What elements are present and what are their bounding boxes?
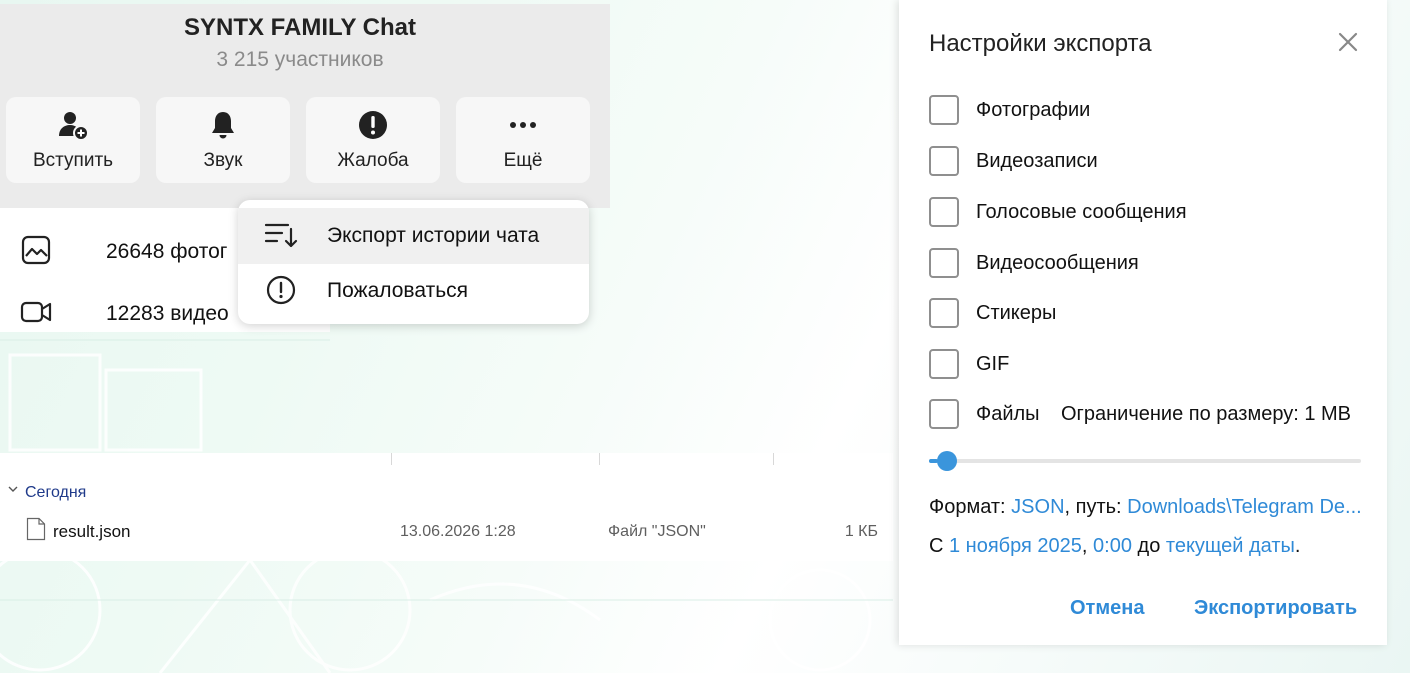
menu-item-export-history[interactable]: Экспорт истории чата <box>238 208 589 264</box>
option-videos[interactable]: Видеозаписи <box>929 146 1359 182</box>
cancel-button[interactable]: Отмена <box>1070 597 1144 620</box>
menu-item-report[interactable]: Пожаловаться <box>238 263 589 319</box>
more-context-menu: Экспорт истории чата Пожаловаться <box>238 200 589 324</box>
export-settings-dialog: Настройки экспорта Фотографии Видеозапис… <box>899 0 1387 645</box>
range-prefix: С <box>929 535 949 557</box>
option-voice-messages[interactable]: Голосовые сообщения <box>929 197 1359 233</box>
range-end-link[interactable]: текущей даты <box>1166 535 1295 557</box>
videos-checkbox[interactable] <box>929 146 959 176</box>
chevron-down-icon[interactable] <box>7 483 19 495</box>
option-stickers[interactable]: Стикеры <box>929 298 1359 334</box>
close-icon[interactable] <box>1335 29 1361 55</box>
alert-icon <box>359 111 387 139</box>
path-link[interactable]: Downloads\Telegram De... <box>1127 496 1362 518</box>
format-link[interactable]: JSON <box>1011 496 1064 518</box>
menu-item-report-label: Пожаловаться <box>327 279 469 302</box>
option-stickers-label: Стикеры <box>976 302 1057 324</box>
option-files[interactable]: Файлы <box>929 399 1059 435</box>
file-size: 1 КБ <box>844 523 878 540</box>
range-start-time-link[interactable]: 0:00 <box>1093 535 1132 557</box>
option-files-label: Файлы <box>976 403 1040 425</box>
join-button-label: Вступить <box>32 150 114 171</box>
files-checkbox[interactable] <box>929 399 959 429</box>
more-button-label: Ещё <box>503 150 543 171</box>
report-button[interactable]: Жалоба <box>306 97 440 183</box>
option-gif-label: GIF <box>976 353 1010 375</box>
more-button[interactable]: Ещё <box>456 97 590 183</box>
date-range-line: С 1 ноября 2025, 0:00 до текущей даты. <box>929 535 1300 558</box>
range-middle: до <box>1131 535 1166 557</box>
column-separator <box>773 453 774 465</box>
column-separator <box>599 453 600 465</box>
join-button[interactable]: Вступить <box>6 97 140 183</box>
voice-messages-checkbox[interactable] <box>929 197 959 227</box>
photo-icon <box>21 235 51 265</box>
chat-title: SYNTX FAMILY Chat <box>183 14 417 41</box>
media-photos-label: 26648 фотог <box>106 240 228 263</box>
range-comma: , <box>1081 535 1094 557</box>
export-button[interactable]: Экспортировать <box>1194 597 1357 620</box>
export-sort-icon <box>264 223 298 248</box>
photos-checkbox[interactable] <box>929 95 959 125</box>
chat-member-count: 3 215 участников <box>216 48 384 71</box>
more-icon <box>510 122 536 128</box>
size-limit-label: Ограничение по размеру: 1 MB <box>1061 403 1352 425</box>
format-prefix: Формат: <box>929 496 1012 518</box>
range-start-date-link[interactable]: 1 ноября 2025 <box>949 535 1082 557</box>
option-video-messages-label: Видеосообщения <box>976 252 1139 274</box>
bell-icon <box>212 112 234 139</box>
option-photos[interactable]: Фотографии <box>929 95 1359 131</box>
report-icon <box>266 275 296 305</box>
size-limit-slider-thumb[interactable] <box>937 451 958 471</box>
chat-info-header: SYNTX FAMILY Chat 3 215 участников Вступ… <box>0 4 610 208</box>
menu-item-export-label: Экспорт истории чата <box>327 224 540 247</box>
gif-checkbox[interactable] <box>929 349 959 379</box>
add-user-icon <box>59 112 89 141</box>
dialog-title: Настройки экспорта <box>929 30 1152 57</box>
option-voice-label: Голосовые сообщения <box>976 201 1187 223</box>
range-suffix: . <box>1294 535 1301 557</box>
column-separator <box>391 453 392 465</box>
stickers-checkbox[interactable] <box>929 298 959 328</box>
group-header-today[interactable]: Сегодня <box>25 484 86 502</box>
report-button-label: Жалоба <box>337 150 409 171</box>
option-videos-label: Видеозаписи <box>976 150 1098 172</box>
path-prefix: , путь: <box>1064 496 1128 518</box>
media-videos-label: 12283 видео <box>106 302 229 325</box>
video-messages-checkbox[interactable] <box>929 248 959 278</box>
video-icon <box>20 301 52 323</box>
format-path-line: Формат: JSON, путь: Downloads\Telegram D… <box>929 496 1362 519</box>
file-explorer-list: Сегодня result.json 13.06.2026 1:28 Файл… <box>0 453 893 561</box>
option-gif[interactable]: GIF <box>929 349 1359 385</box>
size-limit-slider-track[interactable] <box>929 459 1361 463</box>
option-video-messages[interactable]: Видеосообщения <box>929 248 1359 284</box>
option-photos-label: Фотографии <box>976 99 1091 121</box>
sound-button[interactable]: Звук <box>156 97 290 183</box>
sound-button-label: Звук <box>203 150 243 171</box>
